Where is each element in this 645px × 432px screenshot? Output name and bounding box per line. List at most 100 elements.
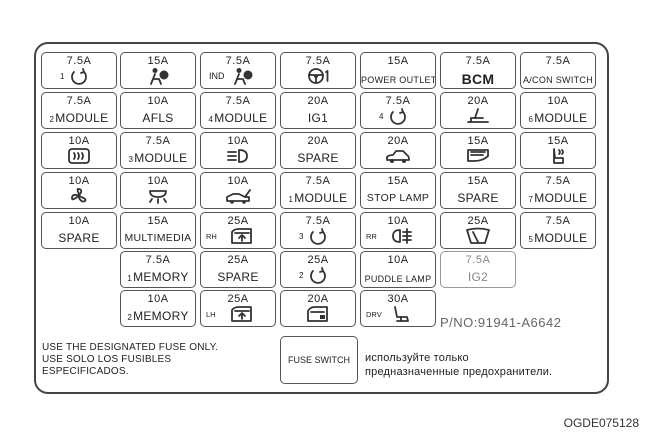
fuse-label-text: MODULE xyxy=(534,231,588,245)
fuse-label: IG2 xyxy=(441,271,515,284)
fuse-slot[interactable]: 10A RR xyxy=(360,212,436,249)
fuse-rating: 7.5A xyxy=(145,254,171,266)
fuse-slot[interactable]: 7.5A BCM xyxy=(440,52,516,89)
fuse-label-text: MODULE xyxy=(134,151,188,165)
fuse-slot[interactable]: 7.5A 1MODULE xyxy=(280,172,356,209)
fuse-slot[interactable]: 10A 6MODULE xyxy=(520,92,596,129)
fuse-label-text: SPARE xyxy=(297,151,339,165)
fuse-slot[interactable]: 25A SPARE xyxy=(200,251,276,288)
circle-arrow-icon xyxy=(305,266,331,284)
fuse-slot[interactable]: 7.5A 1 xyxy=(41,52,117,89)
fuse-slot[interactable]: 25A LH xyxy=(200,290,276,327)
fuse-rating: 10A xyxy=(147,175,169,187)
front-wiper-icon xyxy=(465,227,491,245)
fuse-slot[interactable]: 7.5A A/CON SWITCH xyxy=(520,52,596,89)
fuse-slot[interactable]: 7.5A 4MODULE xyxy=(200,92,276,129)
fuse-index: 5 xyxy=(528,235,534,244)
fuse-rating: 20A xyxy=(307,293,329,305)
fuse-rating: 10A xyxy=(68,175,90,187)
fuse-rating: 7.5A xyxy=(66,55,92,67)
fuse-rating: 7.5A xyxy=(66,95,92,107)
fuse-slot[interactable]: 20A SPARE xyxy=(280,132,356,169)
fuse-slot[interactable]: 15A POWER OUTLET FRT xyxy=(360,52,436,89)
mirror-icon xyxy=(465,147,491,165)
fuse-slot[interactable]: 20A xyxy=(440,92,516,129)
fuse-rating: 25A xyxy=(227,254,249,266)
fuse-index: 2 xyxy=(49,115,55,124)
seat-icon xyxy=(389,305,415,323)
fuse-rating: 15A xyxy=(147,55,169,67)
fuse-label: 2MODULE xyxy=(42,112,116,125)
fuse-slot[interactable]: 30A DRV xyxy=(360,290,436,327)
fuse-rating: 30A xyxy=(387,293,409,305)
fuse-label: 7MODULE xyxy=(521,192,595,205)
fuse-slot[interactable]: 10A xyxy=(200,132,276,169)
fuse-slot[interactable]: 10A PUDDLE LAMP xyxy=(360,251,436,288)
fuse-slot[interactable]: 25A xyxy=(440,212,516,249)
fuse-slot[interactable]: 15A MULTIMEDIA xyxy=(120,212,196,249)
fuse-slot[interactable]: 15A STOP LAMP xyxy=(360,172,436,209)
fuse-slot[interactable]: 7.5A 3MODULE xyxy=(120,132,196,169)
power-window-icon xyxy=(229,305,255,323)
fuse-switch[interactable]: FUSE SWITCH xyxy=(280,336,358,384)
note-english: USE THE DESIGNATED FUSE ONLY. xyxy=(42,342,219,353)
fuse-slot[interactable]: 25A RH xyxy=(200,212,276,249)
fuse-slot[interactable]: 7.5A 7MODULE xyxy=(520,172,596,209)
fuse-rating: 7.5A xyxy=(385,95,411,107)
fuse-slot[interactable]: 10A SPARE xyxy=(41,212,117,249)
fuse-label: POWER OUTLET FRT xyxy=(361,76,435,85)
fuse-slot[interactable]: 15A SPARE xyxy=(440,172,516,209)
fuse-rating: 7.5A xyxy=(545,215,571,227)
fuse-slot[interactable]: 7.5A IG2 xyxy=(440,251,516,288)
note-spanish-2: ESPECIFICADOS. xyxy=(42,366,129,377)
circle-arrow-icon xyxy=(66,67,92,85)
fuse-slot[interactable]: 7.5A 3 xyxy=(280,212,356,249)
fuse-slot[interactable]: 7.5A 5MODULE xyxy=(520,212,596,249)
fuse-label-text: MEMORY xyxy=(133,270,189,284)
fuse-slot[interactable]: 7.5A 2MODULE xyxy=(41,92,117,129)
rear-defrost-icon xyxy=(66,147,92,165)
fuse-slot[interactable]: 15A xyxy=(440,132,516,169)
fuse-rating: 15A xyxy=(387,55,409,67)
fuse-label: SPARE xyxy=(201,271,275,284)
fuse-slot[interactable]: 15A xyxy=(120,52,196,89)
fuse-label-text: SPARE xyxy=(457,191,499,205)
fuse-rating: 25A xyxy=(467,215,489,227)
fuse-slot[interactable]: 10A xyxy=(120,172,196,209)
fuse-label: PUDDLE LAMP xyxy=(361,275,435,284)
fuse-slot[interactable]: 20A xyxy=(360,132,436,169)
fuse-slot[interactable]: 7.5A IND xyxy=(200,52,276,89)
fuse-index: 4 xyxy=(379,112,384,121)
fuse-slot[interactable]: 20A xyxy=(280,290,356,327)
fuse-label: 1MEMORY xyxy=(121,271,195,284)
fuse-slot[interactable]: 7.5A 1MEMORY xyxy=(120,251,196,288)
fuse-rating: 10A xyxy=(147,293,169,305)
airbag-icon xyxy=(229,67,255,85)
seat-heater-icon xyxy=(545,147,571,165)
fuse-slot[interactable]: 10A xyxy=(200,172,276,209)
fuse-slot[interactable]: 7.5A xyxy=(280,52,356,89)
fuse-slot[interactable]: 10A xyxy=(41,132,117,169)
room-lamp-icon xyxy=(145,187,171,205)
fuse-slot[interactable]: 10A 2MEMORY xyxy=(120,290,196,327)
fuse-slot[interactable]: 10A AFLS xyxy=(120,92,196,129)
car-icon xyxy=(385,147,411,165)
fuse-slot[interactable]: 7.5A 4 xyxy=(360,92,436,129)
fuse-label-text: IG1 xyxy=(307,111,329,125)
fuse-rating: 20A xyxy=(307,95,329,107)
fuse-side-label: DRV xyxy=(366,310,382,319)
fuse-slot[interactable]: 15A xyxy=(520,132,596,169)
fuse-rating: 7.5A xyxy=(465,55,491,67)
fuse-rating: 7.5A xyxy=(305,55,331,67)
fuse-rating: 15A xyxy=(147,215,169,227)
fuse-slot[interactable]: 25A 2 xyxy=(280,251,356,288)
fuse-label: 5MODULE xyxy=(521,232,595,245)
fuse-label: 4MODULE xyxy=(201,112,275,125)
fuse-slot[interactable]: 10A xyxy=(41,172,117,209)
fuse-index: 6 xyxy=(528,115,534,124)
fuse-rating: 10A xyxy=(387,215,409,227)
wiper-arm-icon xyxy=(465,107,491,125)
fuse-slot[interactable]: 20A IG1 xyxy=(280,92,356,129)
fuse-side-label: LH xyxy=(206,310,216,319)
fuse-label: STOP LAMP xyxy=(361,192,435,205)
